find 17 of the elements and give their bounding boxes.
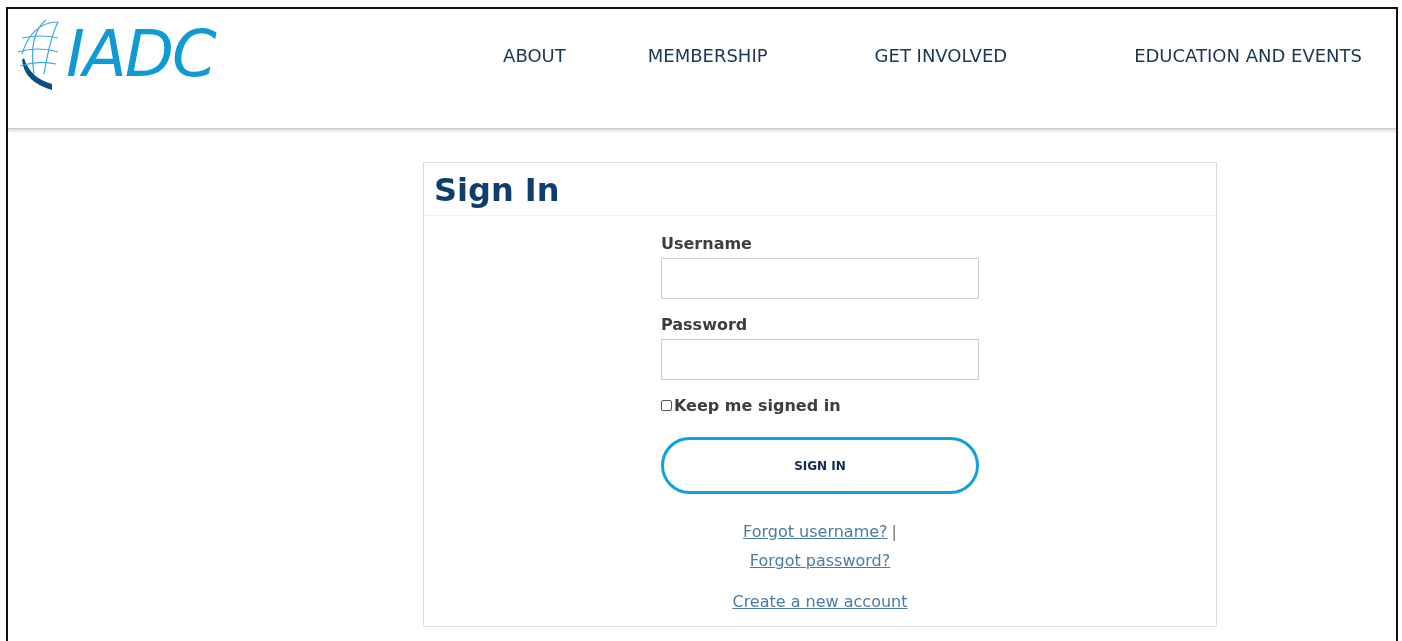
text-link[interactable]: Forgot password? [749,551,891,570]
field-label: Password [661,315,749,334]
field-label: Username [661,234,753,253]
nav-link[interactable]: ABOUT [503,45,566,66]
text-link[interactable]: Create a new account [732,592,908,611]
checkbox-label: Keep me signed in [674,396,841,415]
logo-text: IADC [66,16,215,93]
nav-link[interactable]: GET INVOLVED [874,45,1008,66]
input-field[interactable] [661,339,979,380]
separator: | [891,522,897,541]
nav-link[interactable]: EDUCATION AND EVENTS [1134,45,1362,66]
checkbox[interactable] [661,400,672,411]
sign-in-button[interactable]: SIGN IN [661,437,979,494]
nav-link[interactable]: MEMBERSHIP [647,45,768,66]
page-title: Sign In [424,163,1216,216]
input-field[interactable] [661,258,979,299]
text-link[interactable]: Forgot username? [743,522,888,541]
